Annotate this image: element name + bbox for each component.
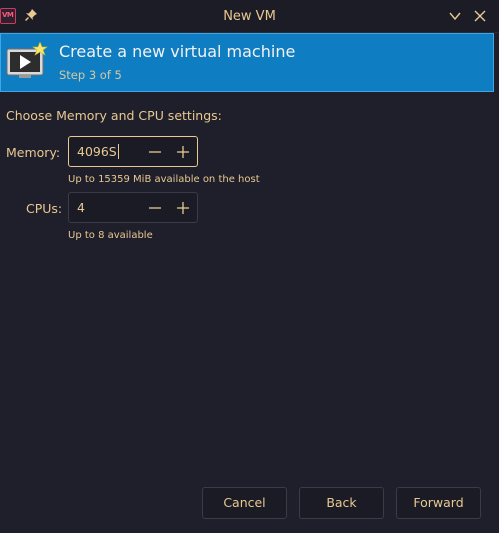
memory-value: 4096S — [77, 144, 117, 159]
new-vm-icon — [6, 42, 48, 78]
plus-icon[interactable] — [175, 200, 191, 216]
wizard-title: Create a new virtual machine — [59, 42, 296, 61]
forward-button[interactable]: Forward — [396, 487, 481, 519]
minus-icon[interactable] — [147, 144, 163, 160]
chevron-down-icon[interactable] — [448, 9, 462, 23]
text-cursor — [117, 144, 119, 159]
back-button[interactable]: Back — [299, 487, 384, 519]
close-icon[interactable] — [473, 9, 487, 23]
memory-input[interactable]: 4096S — [77, 144, 119, 159]
new-vm-dialog: VM New VM Create a new virtual machine S… — [0, 0, 499, 533]
title-bar: VM New VM — [0, 0, 499, 33]
memory-spinbutton[interactable]: 4096S — [68, 136, 198, 167]
minus-icon[interactable] — [147, 200, 163, 216]
cpus-label: CPUs: — [26, 201, 63, 216]
memory-hint: Up to 15359 MiB available on the host — [68, 174, 260, 185]
window-title: New VM — [223, 9, 276, 24]
cpus-input[interactable]: 4 — [77, 200, 85, 215]
section-label: Choose Memory and CPU settings: — [6, 108, 222, 123]
cpus-spinbutton[interactable]: 4 — [68, 192, 198, 223]
wizard-header: Create a new virtual machine Step 3 of 5 — [0, 33, 494, 92]
cpus-hint: Up to 8 available — [68, 230, 153, 241]
cancel-button[interactable]: Cancel — [202, 487, 287, 519]
wizard-step: Step 3 of 5 — [59, 68, 122, 82]
plus-icon[interactable] — [175, 144, 191, 160]
memory-label: Memory: — [6, 145, 61, 160]
